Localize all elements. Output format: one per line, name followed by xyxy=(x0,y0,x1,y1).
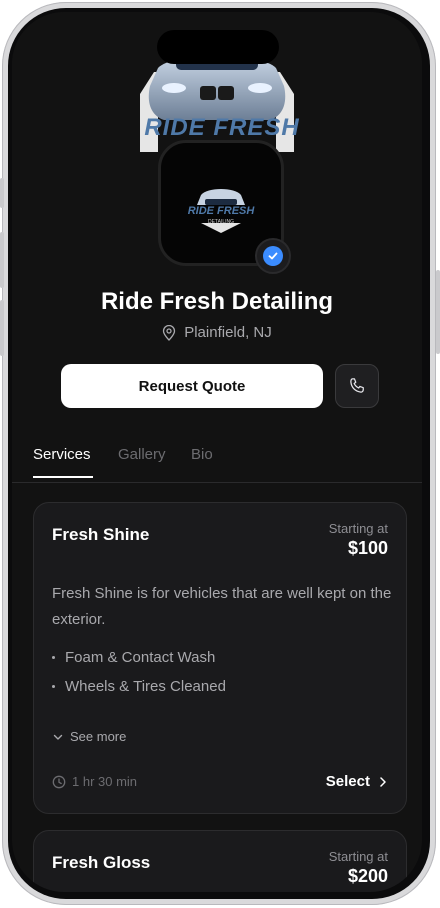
side-button-volume-up xyxy=(0,232,4,288)
phone-icon xyxy=(350,378,364,393)
select-service-button[interactable]: Select xyxy=(326,773,388,790)
chevron-right-icon xyxy=(380,776,386,787)
service-duration: 1 hr 30 min xyxy=(52,774,137,789)
business-name: Ride Fresh Detailing xyxy=(100,288,334,315)
logo-brand-text: RIDE FRESH xyxy=(187,205,255,217)
service-card-fresh-gloss: Fresh Gloss Starting at $200 xyxy=(33,830,407,892)
location-text: Plainfield, NJ xyxy=(184,324,272,341)
bullet-dot xyxy=(52,685,55,688)
logo-tagline-text: DETAILING xyxy=(207,219,235,225)
side-button-power xyxy=(436,270,440,354)
service-price: $100 xyxy=(347,538,388,558)
duration-text: 1 hr 30 min xyxy=(72,774,138,789)
app-screen: RIDE FRESH RIDE FRESH DETAILING Ride Fre… xyxy=(12,12,422,892)
feature-item: Wheels & Tires Cleaned xyxy=(52,678,226,695)
side-button-action xyxy=(0,178,4,208)
verified-badge xyxy=(255,238,291,274)
tab-services[interactable]: Services xyxy=(33,446,91,463)
service-description: Fresh Shine is for vehicles that are wel… xyxy=(52,585,392,628)
clock-icon xyxy=(52,775,66,788)
profile-tabs: Services Gallery Bio xyxy=(12,442,422,483)
starting-at-label: Starting at xyxy=(328,849,388,864)
service-name: Fresh Gloss xyxy=(52,853,151,872)
checkmark-icon xyxy=(263,246,283,266)
request-quote-button[interactable]: Request Quote xyxy=(61,364,323,408)
service-name: Fresh Shine xyxy=(52,525,150,544)
service-card-fresh-shine: Fresh Shine Starting at $100 Fresh Shine… xyxy=(33,502,407,814)
starting-at-label: Starting at xyxy=(328,521,388,536)
active-tab-indicator xyxy=(33,476,93,478)
see-more-label: See more xyxy=(70,729,127,744)
feature-item: Foam & Contact Wash xyxy=(52,649,215,666)
tab-bio[interactable]: Bio xyxy=(191,446,213,463)
service-price: $200 xyxy=(347,866,388,886)
business-location: Plainfield, NJ xyxy=(12,324,422,341)
banner-brand-text: RIDE FRESH xyxy=(144,114,300,141)
tab-gallery[interactable]: Gallery xyxy=(118,446,166,463)
feature-text: Wheels & Tires Cleaned xyxy=(65,678,226,695)
side-button-volume-down xyxy=(0,300,4,356)
see-more-toggle[interactable]: See more xyxy=(52,729,126,744)
location-pin-icon xyxy=(163,324,176,341)
feature-text: Foam & Contact Wash xyxy=(65,649,216,666)
chevron-down-icon xyxy=(53,734,63,740)
select-label: Select xyxy=(325,773,370,790)
bullet-dot xyxy=(52,656,55,659)
call-button[interactable] xyxy=(335,364,379,408)
dynamic-island xyxy=(157,30,279,64)
